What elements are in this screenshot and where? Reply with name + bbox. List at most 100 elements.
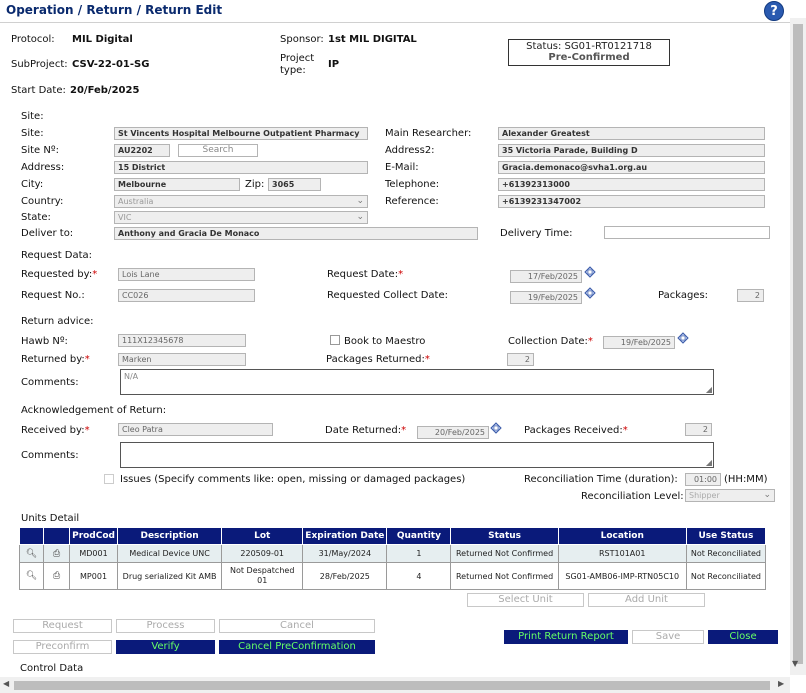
resize-grip-icon[interactable]: ◢ [706, 385, 712, 394]
printer-icon[interactable]: ⎙ [53, 571, 60, 581]
request-no-field[interactable]: CC026 [118, 289, 255, 302]
table-row[interactable]: 🔍︎ ⎙ MP001 Drug serialized Kit AMB Not D… [18, 562, 767, 590]
collection-date-field[interactable]: 19/Feb/2025 [603, 336, 675, 349]
magnifier-icon[interactable]: 🔍︎ [26, 549, 37, 559]
city-field[interactable]: Melbourne [114, 178, 240, 191]
packages-returned-field[interactable]: 2 [507, 353, 534, 366]
vertical-scrollbar[interactable] [790, 18, 806, 675]
close-button[interactable]: Close [708, 630, 778, 644]
horizontal-scroll-thumb[interactable] [14, 681, 770, 690]
collection-date-label: Collection Date:* [508, 336, 593, 347]
date-returned-label: Date Returned:* [325, 425, 406, 436]
ack-comments-textarea[interactable]: ◢ [120, 442, 714, 468]
calendar-icon[interactable] [584, 287, 596, 299]
search-button[interactable]: Search [178, 144, 258, 157]
print-return-report-button[interactable]: Print Return Report [504, 630, 628, 644]
deliver-to-field[interactable]: Anthony and Gracia De Monaco [114, 227, 478, 240]
address2-label: Address2: [385, 145, 435, 156]
magnifier-icon[interactable]: 🔍︎ [26, 571, 37, 581]
received-by-field[interactable]: Cleo Patra [118, 423, 273, 436]
save-button[interactable]: Save [632, 630, 704, 644]
delivery-time-field[interactable] [604, 226, 770, 239]
vertical-scroll-thumb[interactable] [793, 24, 803, 664]
recon-time-unit: (HH:MM) [724, 474, 768, 485]
collect-date-field[interactable]: 19/Feb/2025 [510, 291, 582, 304]
recon-level-select[interactable]: Shipper ⌄ [685, 489, 775, 502]
table-header: Description [117, 527, 223, 545]
calendar-icon[interactable] [584, 266, 596, 278]
print-cell[interactable]: ⎙ [43, 544, 71, 563]
start-date-value: 20/Feb/2025 [70, 85, 140, 96]
scroll-right-arrow-icon[interactable]: ▶ [778, 679, 784, 688]
title-divider [0, 22, 790, 23]
cancel-preconfirmation-button[interactable]: Cancel PreConfirmation [219, 640, 375, 654]
address-field[interactable]: 15 District [114, 161, 368, 174]
reference-field[interactable]: +6139231347002 [498, 195, 765, 208]
packages-received-field[interactable]: 2 [685, 423, 712, 436]
zip-field[interactable]: 3065 [268, 178, 321, 191]
lot-cell: Not Despatched 01 [221, 562, 304, 590]
add-unit-button[interactable]: Add Unit [588, 593, 705, 607]
issues-checkbox[interactable] [104, 474, 114, 484]
use-status-cell: Not Reconciliated [685, 544, 767, 563]
recon-time-field[interactable]: 01:00 [685, 473, 721, 486]
book-to-maestro-label: Book to Maestro [344, 336, 426, 347]
scroll-left-arrow-icon[interactable]: ◀ [3, 679, 9, 688]
address-label: Address: [21, 162, 65, 173]
packages-received-text: Packages Received: [524, 425, 623, 436]
table-row[interactable]: 🔍︎ ⎙ MD001 Medical Device UNC 220509-01 … [18, 544, 767, 563]
cancel-button[interactable]: Cancel [219, 619, 375, 633]
city-label: City: [21, 179, 44, 190]
return-advice-label: Return advice: [21, 316, 94, 327]
chevron-down-icon: ⌄ [763, 490, 771, 500]
reference-label: Reference: [385, 196, 439, 207]
ack-comments-label: Comments: [21, 450, 79, 461]
telephone-field[interactable]: +61392313000 [498, 178, 765, 191]
recon-time-label: Reconciliation Time (duration): [524, 474, 678, 485]
book-to-maestro-checkbox[interactable] [330, 335, 340, 345]
email-field[interactable]: Gracia.demonaco@svha1.org.au [498, 161, 765, 174]
required-mark: * [398, 269, 404, 280]
return-comments-textarea[interactable]: N/A ◢ [120, 369, 714, 395]
process-button[interactable]: Process [116, 619, 215, 633]
comments-label: Comments: [21, 377, 79, 388]
returned-by-text: Returned by: [21, 354, 85, 365]
select-unit-button[interactable]: Select Unit [467, 593, 584, 607]
horizontal-scrollbar[interactable] [0, 677, 790, 693]
country-select[interactable]: Australia ⌄ [114, 195, 368, 208]
received-by-label: Received by:* [21, 425, 90, 436]
print-cell[interactable]: ⎙ [43, 562, 71, 590]
expiration-cell: 31/May/2024 [302, 544, 388, 563]
view-cell[interactable]: 🔍︎ [18, 544, 45, 563]
requested-by-field[interactable]: Lois Lane [118, 268, 255, 281]
verify-button[interactable]: Verify [116, 640, 215, 654]
table-header-print [43, 527, 71, 545]
calendar-icon[interactable] [677, 332, 689, 344]
prodcod-cell: MP001 [69, 562, 119, 590]
main-researcher-field[interactable]: Alexander Greatest [498, 127, 765, 140]
address2-field[interactable]: 35 Victoria Parade, Building D [498, 144, 765, 157]
help-icon[interactable]: ? [764, 1, 784, 21]
hawb-field[interactable]: 111X12345678 [118, 334, 246, 347]
site-field[interactable]: St Vincents Hospital Melbourne Outpatien… [114, 127, 368, 140]
printer-icon[interactable]: ⎙ [53, 549, 60, 559]
returned-by-field[interactable]: Marken [118, 353, 246, 366]
subproject-label: SubProject: [11, 59, 68, 70]
date-returned-text: Date Returned: [325, 425, 402, 436]
packages-field[interactable]: 2 [737, 289, 764, 302]
request-button[interactable]: Request [13, 619, 112, 633]
date-returned-field[interactable]: 20/Feb/2025 [417, 426, 489, 439]
units-table: ProdCod Description Lot Expiration Date … [18, 527, 767, 590]
request-date-field[interactable]: 17/Feb/2025 [510, 270, 582, 283]
table-header: Quantity [386, 527, 452, 545]
recon-level-label: Reconciliation Level: [581, 491, 684, 502]
view-cell[interactable]: 🔍︎ [18, 562, 45, 590]
request-date-label: Request Date:* [327, 269, 403, 280]
site-no-field[interactable]: AU2202 [114, 144, 170, 157]
resize-grip-icon[interactable]: ◢ [706, 458, 712, 467]
issues-label: Issues (Specify comments like: open, mis… [120, 474, 466, 485]
calendar-icon[interactable] [490, 422, 502, 434]
scroll-down-arrow-icon[interactable]: ▼ [792, 659, 798, 668]
state-select[interactable]: VIC ⌄ [114, 211, 368, 224]
preconfirm-button[interactable]: Preconfirm [13, 640, 112, 654]
